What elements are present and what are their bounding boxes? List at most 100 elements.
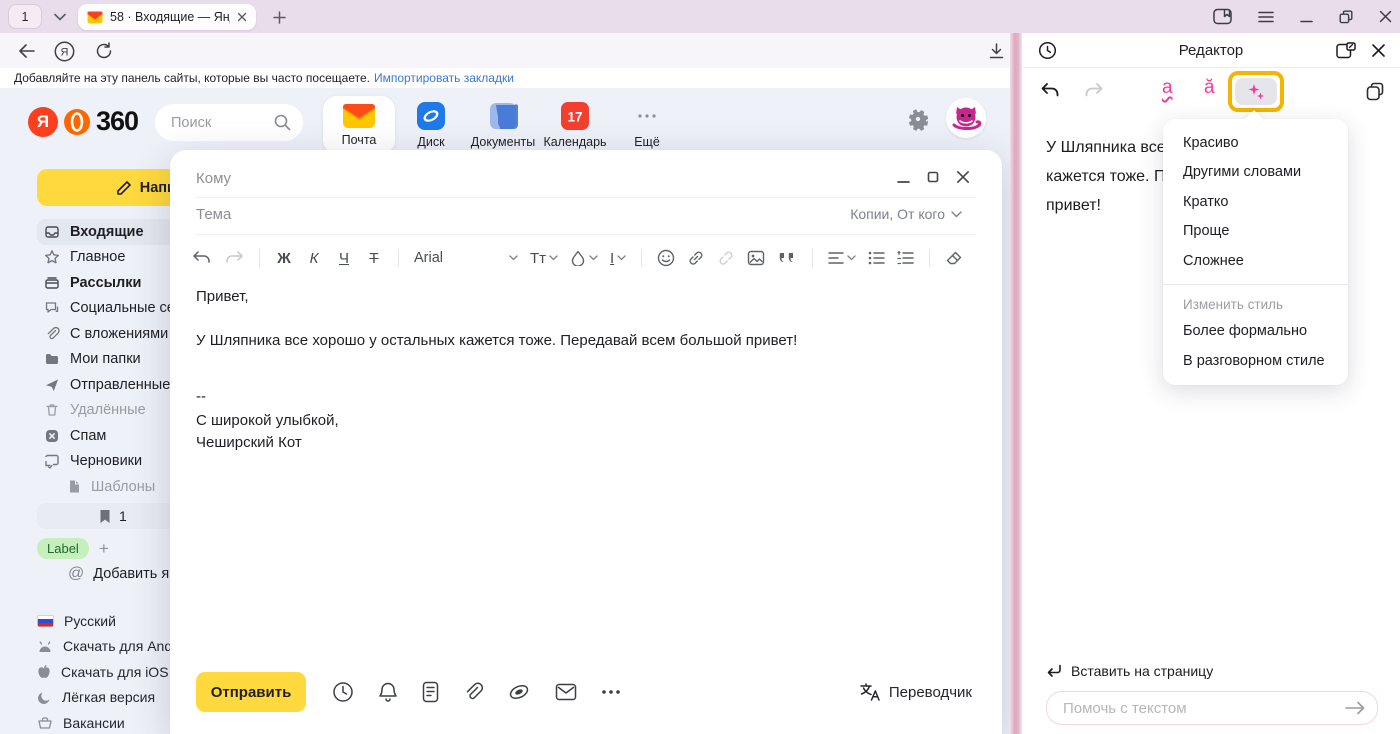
user-avatar[interactable]: [946, 98, 986, 138]
copy-icon[interactable]: [1366, 82, 1384, 101]
insert-to-page-button[interactable]: Вставить на страницу: [1046, 663, 1213, 679]
open-in-window-icon[interactable]: [1336, 42, 1356, 59]
numbered-list-icon[interactable]: [897, 251, 914, 265]
spellcheck-icon[interactable]: a: [1162, 77, 1173, 99]
field-divider: [196, 234, 976, 235]
import-bookmarks-link[interactable]: Импортировать закладки: [374, 71, 514, 85]
undo-icon[interactable]: [1040, 82, 1060, 100]
tab-close-icon[interactable]: [237, 12, 247, 22]
email-body-line[interactable]: Привет,: [196, 288, 249, 305]
menu-item-more-formal[interactable]: Более формально: [1163, 317, 1348, 347]
compose-maximize-icon[interactable]: [927, 171, 939, 183]
ai-helper-input[interactable]: [1063, 700, 1345, 717]
app-documents-label: Документы: [471, 135, 535, 149]
submit-arrow-icon[interactable]: [1345, 701, 1365, 715]
menu-item-complexify[interactable]: Сложнее: [1163, 246, 1348, 276]
cheshire-cat-avatar-icon: [946, 98, 986, 138]
menu-item-beautify[interactable]: Красиво: [1163, 128, 1348, 158]
menu-hamburger-icon[interactable]: [1258, 11, 1274, 23]
panel-divider-strip: [1010, 33, 1022, 734]
add-label-button[interactable]: +: [99, 539, 109, 559]
emoji-icon[interactable]: [657, 249, 675, 267]
font-size-select[interactable]: Tт: [530, 250, 558, 267]
text-color-select[interactable]: I: [610, 250, 626, 267]
email-body-line[interactable]: --: [196, 388, 206, 405]
new-tab-button[interactable]: [266, 5, 292, 29]
menu-item-shorten[interactable]: Кратко: [1163, 187, 1348, 217]
close-panel-icon[interactable]: [1371, 43, 1386, 58]
undo-icon[interactable]: [192, 250, 212, 266]
search-input[interactable]: [171, 115, 261, 131]
email-body-line[interactable]: С широкой улыбкой,: [196, 412, 339, 429]
app-documents[interactable]: Документы: [467, 96, 539, 154]
menu-section-change-style: Изменить стиль: [1163, 293, 1348, 317]
compose-minimize-icon[interactable]: [897, 171, 910, 184]
rephrase-icon[interactable]: ӑ: [1204, 77, 1215, 99]
yandex-home-button[interactable]: Я: [52, 39, 76, 63]
compose-close-icon[interactable]: [956, 170, 970, 184]
android-icon: [37, 640, 53, 653]
message-template-icon[interactable]: [555, 683, 577, 701]
more-options-icon[interactable]: [601, 689, 621, 695]
ai-assist-button[interactable]: [1235, 78, 1277, 105]
at-icon: @: [68, 565, 84, 583]
restore-window-icon[interactable]: [1339, 10, 1353, 24]
email-body-line[interactable]: У Шляпника все хорошо у остальных кажетс…: [196, 332, 797, 349]
attach-file-icon[interactable]: [463, 681, 483, 703]
attach-from-disk-icon[interactable]: [507, 681, 531, 703]
history-icon[interactable]: [1038, 41, 1057, 60]
footer-link-label: Вакансии: [63, 715, 125, 731]
font-family-select[interactable]: Arial: [414, 250, 518, 266]
reload-button[interactable]: [92, 39, 116, 63]
folder-icon: [44, 351, 60, 367]
fill-color-select[interactable]: [570, 250, 598, 266]
notes-icon[interactable]: [422, 681, 439, 703]
chevron-down-icon: [549, 255, 558, 261]
align-select[interactable]: [828, 251, 856, 265]
menu-item-conversational[interactable]: В разговорном стиле: [1163, 346, 1348, 376]
yandex-360-logo[interactable]: Я 360: [28, 106, 138, 137]
reminder-bell-icon[interactable]: [378, 681, 398, 703]
send-plane-icon: [44, 377, 60, 393]
insert-image-icon[interactable]: [747, 249, 765, 267]
cc-from-toggle[interactable]: Копии, От кого: [850, 206, 962, 222]
back-button[interactable]: [14, 39, 38, 63]
bold-button[interactable]: Ж: [275, 250, 293, 267]
menu-item-rephrase[interactable]: Другими словами: [1163, 158, 1348, 188]
app-calendar[interactable]: 17 Календарь: [539, 96, 611, 154]
bullet-list-icon[interactable]: [868, 251, 885, 265]
underline-button[interactable]: Ч: [335, 250, 353, 267]
app-more[interactable]: Ещё: [611, 96, 683, 154]
sidebar-panels-icon[interactable]: [1213, 8, 1232, 25]
search-box[interactable]: [155, 104, 303, 141]
app-disk[interactable]: Диск: [395, 96, 467, 154]
redo-icon[interactable]: [1084, 82, 1104, 100]
send-button[interactable]: Отправить: [196, 672, 306, 712]
minimize-window-icon[interactable]: [1300, 11, 1313, 23]
menu-item-simplify[interactable]: Проще: [1163, 217, 1348, 247]
schedule-send-icon[interactable]: [332, 681, 354, 703]
downloads-button[interactable]: [984, 39, 1008, 63]
footer-link-label: Лёгкая версия: [62, 689, 155, 705]
tab-list-chevron-button[interactable]: [46, 4, 74, 29]
quote-icon[interactable]: [777, 250, 797, 266]
to-field[interactable]: Кому: [196, 170, 231, 187]
eraser-icon[interactable]: [945, 250, 963, 266]
app-mail-label: Почта: [342, 133, 377, 147]
remove-link-icon[interactable]: [717, 249, 735, 267]
app-mail[interactable]: Почта: [323, 96, 395, 154]
redo-icon[interactable]: [224, 250, 244, 266]
close-window-icon[interactable]: [1379, 10, 1392, 23]
label-chip[interactable]: Label: [37, 538, 89, 559]
email-body-line[interactable]: Чеширский Кот: [196, 434, 302, 451]
settings-button[interactable]: [905, 106, 931, 132]
tab-counter-badge[interactable]: 1: [8, 4, 42, 29]
drafts-icon: [44, 453, 60, 469]
toolbar-separator: [929, 249, 930, 267]
strikethrough-button[interactable]: Т: [365, 250, 383, 267]
italic-button[interactable]: К: [305, 250, 323, 267]
insert-link-icon[interactable]: [687, 249, 705, 267]
browser-tab-active[interactable]: 58 · Входящие — Яндек: [78, 4, 256, 30]
subject-field[interactable]: Тема: [196, 206, 231, 223]
translator-button[interactable]: Переводчик: [859, 682, 972, 702]
